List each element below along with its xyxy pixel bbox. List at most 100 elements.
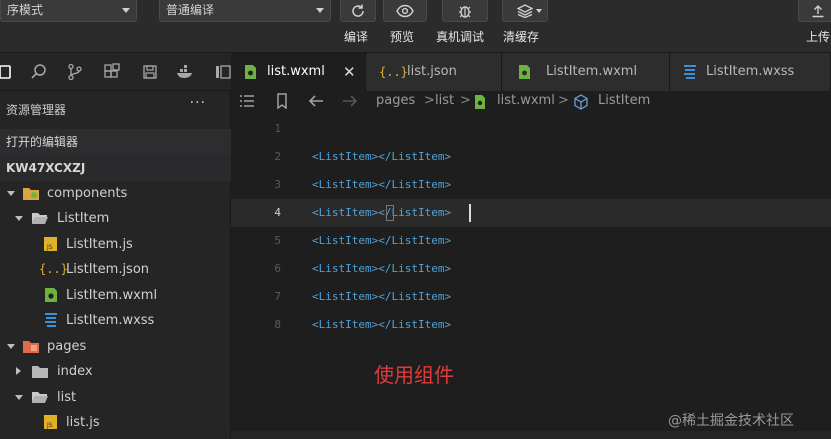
- code-line: 8 <ListItem></ListItem>: [231, 311, 831, 339]
- compile-select[interactable]: 普通编译: [159, 0, 331, 22]
- open-editors-label: 打开的编辑器: [6, 135, 79, 149]
- tab-listitem-wxss[interactable]: ListItem.wxss: [670, 53, 831, 91]
- upload-icon: [812, 4, 824, 17]
- tab-label: list.json: [407, 64, 457, 79]
- open-editors-section[interactable]: 打开的编辑器: [0, 129, 231, 155]
- code-line: 5 <ListItem></ListItem>: [231, 227, 831, 255]
- list-icon[interactable]: [239, 94, 255, 108]
- wxml-file-icon: [475, 95, 485, 109]
- breadcrumb-separator: >: [460, 93, 471, 108]
- preview-button[interactable]: [383, 0, 427, 22]
- chevron-down-icon: [122, 8, 130, 13]
- tab-list-json[interactable]: {..} list.json: [366, 53, 502, 91]
- folder-components-icon: [23, 188, 39, 200]
- tree-item-listitem-js[interactable]: JS ListItem.js: [0, 232, 231, 257]
- clear-cache-button[interactable]: [502, 0, 548, 22]
- tree-item-label: list.js: [66, 415, 100, 430]
- mode-select[interactable]: 序模式: [0, 0, 137, 22]
- more-options-icon[interactable]: ···: [190, 95, 206, 111]
- files-icon[interactable]: [0, 63, 14, 81]
- text-cursor: [469, 204, 471, 222]
- line-number: 5: [274, 234, 281, 247]
- panel-toggle-icon[interactable]: [214, 63, 232, 81]
- breadcrumb-item-list[interactable]: list: [435, 93, 454, 108]
- wxml-file-icon: [45, 288, 57, 302]
- tab-label: ListItem.wxml: [546, 64, 638, 79]
- code-text: <ListItem></ListItem>: [312, 234, 452, 247]
- chevron-down-icon: [7, 191, 15, 196]
- watermark: @稀土掘金技术社区: [668, 413, 794, 429]
- docker-icon[interactable]: [176, 63, 194, 81]
- forward-arrow-icon[interactable]: [342, 94, 358, 108]
- layers-icon: [517, 3, 533, 18]
- search-icon[interactable]: [30, 63, 48, 81]
- remote-debug-label: 真机调试: [436, 30, 485, 44]
- tree-item-label: ListItem.json: [66, 262, 150, 277]
- compile-label: 编译: [344, 30, 369, 44]
- tree-item-listitem-json[interactable]: {..} ListItem.json: [0, 257, 231, 282]
- code-line: 2 <ListItem></ListItem>: [231, 143, 831, 171]
- tree-item-label: pages: [47, 339, 87, 354]
- tree-item-list-folder[interactable]: list: [0, 385, 231, 410]
- folder-open-icon: [32, 392, 48, 403]
- tree-item-label: list: [57, 390, 77, 405]
- wxml-file-icon: [245, 65, 256, 79]
- back-arrow-icon[interactable]: [308, 94, 324, 108]
- breadcrumb-item-file[interactable]: list.wxml: [497, 93, 555, 108]
- tree-item-index[interactable]: index: [0, 359, 231, 384]
- breadcrumb-item-pages[interactable]: pages: [376, 93, 415, 108]
- code-text: <ListItem></ListItem>: [312, 150, 452, 163]
- breadcrumb-item-symbol[interactable]: ListItem: [598, 93, 650, 108]
- code-line: 6 <ListItem></ListItem>: [231, 255, 831, 283]
- folder-icon: [32, 366, 48, 378]
- chevron-down-icon: [316, 8, 324, 13]
- code-editor[interactable]: 1 2 <ListItem></ListItem> 3 <ListItem></…: [231, 113, 831, 439]
- code-text: <ListItem></ListItem>: [312, 206, 452, 219]
- svg-text:JS: JS: [46, 244, 53, 251]
- tree-item-pages[interactable]: pages: [0, 334, 231, 359]
- wxss-file-icon: [45, 313, 57, 327]
- bookmark-icon[interactable]: [276, 93, 288, 109]
- folder-pages-icon: [23, 341, 39, 353]
- line-number: 1: [274, 122, 281, 135]
- activity-bar: [0, 53, 231, 91]
- line-number: 7: [274, 290, 281, 303]
- explorer-title: 资源管理器: [6, 103, 67, 117]
- tree-item-list-js[interactable]: JS list.js: [0, 410, 231, 435]
- git-branch-icon[interactable]: [66, 63, 84, 81]
- line-number: 6: [274, 262, 281, 275]
- tree-item-listitem-wxss[interactable]: ListItem.wxss: [0, 308, 231, 333]
- mode-select-value: 序模式: [7, 3, 44, 17]
- code-line: 3 <ListItem></ListItem>: [231, 171, 831, 199]
- code-text: <ListItem></ListItem>: [312, 178, 452, 191]
- tab-label: ListItem.wxss: [706, 64, 795, 79]
- tab-listitem-wxml[interactable]: ListItem.wxml: [502, 53, 670, 91]
- code-line: 7 <ListItem></ListItem>: [231, 283, 831, 311]
- json-file-icon: {..}: [39, 262, 68, 276]
- horizontal-scrollbar[interactable]: [231, 431, 831, 439]
- top-toolbar: 序模式 普通编译 编译 预览 真机调试 清缓存 上传: [0, 0, 831, 53]
- project-section[interactable]: KW47XCXZJ: [0, 155, 231, 181]
- tree-item-components[interactable]: components: [0, 181, 231, 206]
- clear-cache-label: 清缓存: [503, 30, 540, 44]
- code-text: <ListItem></ListItem>: [312, 262, 452, 275]
- save-icon[interactable]: [141, 63, 159, 81]
- compile-button[interactable]: [340, 0, 376, 22]
- tree-item-label: ListItem.wxss: [66, 313, 155, 328]
- tree-item-listitem-folder[interactable]: ListItem: [0, 206, 231, 231]
- chevron-down-icon: [536, 9, 542, 13]
- extensions-icon[interactable]: [103, 63, 121, 81]
- tree-item-listitem-wxml[interactable]: ListItem.wxml: [0, 283, 231, 308]
- line-number: 2: [274, 150, 281, 163]
- line-number: 3: [274, 178, 281, 191]
- js-file-icon: JS: [44, 415, 57, 429]
- close-icon[interactable]: ✕: [343, 53, 356, 91]
- remote-debug-button[interactable]: [442, 0, 488, 22]
- tab-list-wxml[interactable]: list.wxml ✕: [231, 53, 366, 91]
- upload-button[interactable]: [798, 0, 831, 22]
- code-text: <ListItem></ListItem>: [312, 318, 452, 331]
- tree-item-label: ListItem: [57, 211, 110, 226]
- preview-label: 预览: [390, 30, 415, 44]
- chevron-down-icon: [15, 395, 23, 400]
- tab-label: list.wxml: [267, 64, 325, 79]
